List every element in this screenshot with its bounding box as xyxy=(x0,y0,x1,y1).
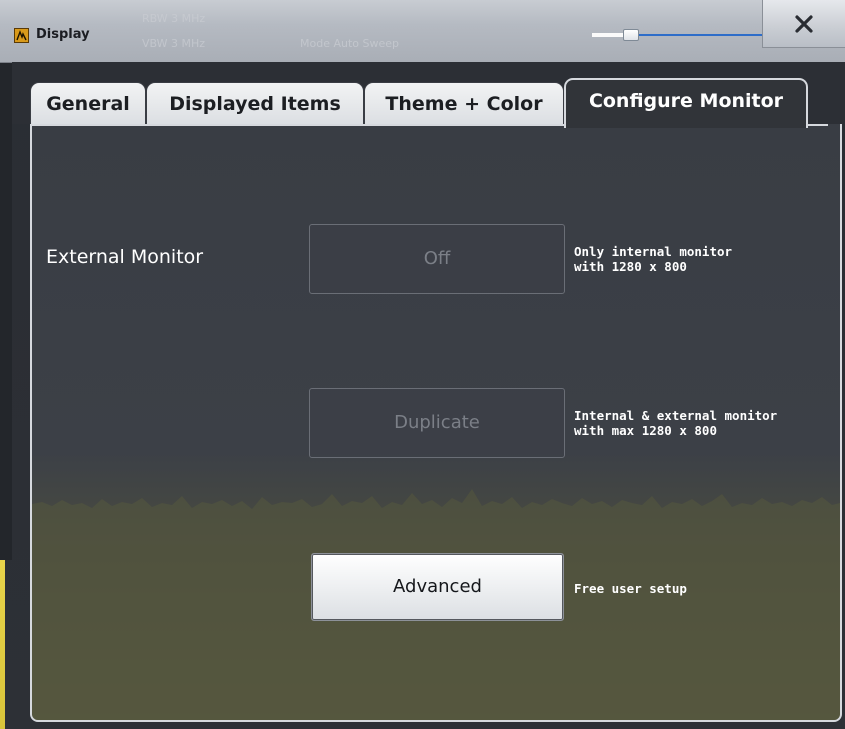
display-dialog: RBW 3 MHz VBW 3 MHz Mode Auto Sweep Disp… xyxy=(0,0,845,729)
duplicate-description: Internal & external monitor with max 128… xyxy=(574,408,777,438)
background-edge xyxy=(0,62,12,560)
off-description-line2: with 1280 x 800 xyxy=(574,259,687,274)
duplicate-description-line1: Internal & external monitor xyxy=(574,408,778,423)
tab-general[interactable]: General xyxy=(30,82,146,124)
advanced-button[interactable]: Advanced xyxy=(311,553,564,621)
slider-track-filled xyxy=(592,33,623,37)
tab-baseline-right xyxy=(806,124,828,126)
off-description-line1: Only internal monitor xyxy=(574,244,733,259)
tab-theme-color[interactable]: Theme + Color xyxy=(364,82,564,124)
off-description: Only internal monitor with 1280 x 800 xyxy=(574,244,732,274)
background-text-vbw: VBW 3 MHz xyxy=(142,37,206,50)
duplicate-button[interactable]: Duplicate xyxy=(309,388,565,458)
close-button[interactable] xyxy=(762,0,845,48)
external-monitor-label: External Monitor xyxy=(46,246,204,268)
advanced-description: Free user setup xyxy=(574,581,687,596)
slider-thumb[interactable] xyxy=(623,29,639,41)
background-marker xyxy=(0,560,5,729)
advanced-description-line1: Free user setup xyxy=(574,581,687,596)
title-bar[interactable]: RBW 3 MHz VBW 3 MHz Mode Auto Sweep Disp… xyxy=(0,0,845,63)
background-text-rbw: RBW 3 MHz xyxy=(142,12,206,25)
tab-configure-monitor[interactable]: Configure Monitor xyxy=(564,78,808,128)
duplicate-description-line2: with max 1280 x 800 xyxy=(574,423,717,438)
background-text-mode: Mode Auto Sweep xyxy=(300,37,399,50)
transparency-slider[interactable] xyxy=(592,28,762,42)
close-icon xyxy=(795,15,813,33)
off-button[interactable]: Off xyxy=(309,224,565,294)
tab-baseline xyxy=(30,124,566,126)
tab-displayed-items[interactable]: Displayed Items xyxy=(146,82,364,124)
window-title: Display xyxy=(36,27,90,42)
analyzer-app-icon xyxy=(14,28,29,43)
